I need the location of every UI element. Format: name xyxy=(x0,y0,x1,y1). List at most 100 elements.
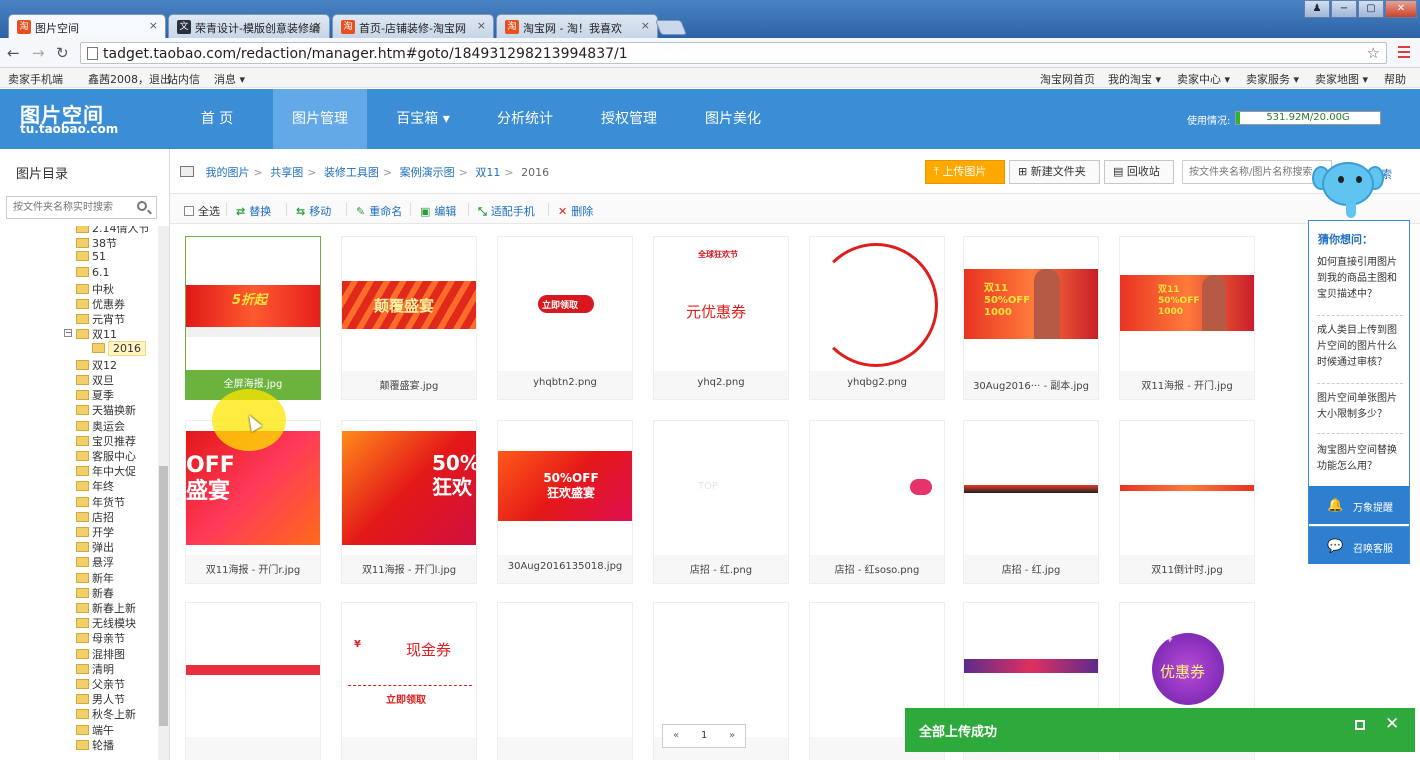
remind-button[interactable]: 🔔 万象提醒 xyxy=(1309,486,1409,524)
mascot-elephant-icon[interactable] xyxy=(1312,158,1386,224)
folder-item[interactable]: 新年 xyxy=(76,570,114,585)
seller-mobile-link[interactable]: 卖家手机端 xyxy=(8,71,63,87)
folder-item[interactable]: 宝贝推荐 xyxy=(76,433,136,448)
browser-menu-icon[interactable] xyxy=(1398,46,1410,58)
search-icon[interactable] xyxy=(137,201,147,211)
folder-item[interactable]: 夏季 xyxy=(76,387,114,402)
tab-close-icon[interactable]: × xyxy=(641,19,650,32)
folder-item[interactable]: 端午 xyxy=(76,722,114,737)
folder-item[interactable]: 无线模块 xyxy=(76,615,136,630)
image-card[interactable]: yhqbg2.png xyxy=(809,236,945,400)
tab-image-space[interactable]: 淘 图片空间 × xyxy=(8,14,166,38)
recycle-bin-button[interactable]: ▤ 回收站 xyxy=(1104,160,1174,184)
image-card[interactable]: 5折起 全屏海报.jpg xyxy=(185,236,321,400)
folder-item[interactable]: 年中大促 xyxy=(76,463,136,478)
toast-maximize-icon[interactable] xyxy=(1355,720,1365,730)
folder-item[interactable]: 6.1 xyxy=(76,266,110,281)
nav-image-manage[interactable]: 图片管理 xyxy=(273,89,367,149)
forward-icon[interactable]: → xyxy=(32,44,45,62)
folder-item[interactable]: 客服中心 xyxy=(76,448,136,463)
page-number[interactable]: 1 xyxy=(701,730,707,741)
folder-item[interactable]: 店招 xyxy=(76,509,114,524)
image-card[interactable]: 50%OFF 狂欢盛宴 30Aug2016135018.jpg xyxy=(497,420,633,584)
folder-item[interactable]: 混排图 xyxy=(76,646,125,661)
folder-item-selected[interactable]: 2016 xyxy=(92,340,146,357)
image-card[interactable]: 店招 - 红.jpg xyxy=(963,420,1099,584)
folder-item[interactable]: 轮播 xyxy=(76,737,114,752)
bookmark-star-icon[interactable]: ☆ xyxy=(1367,44,1380,62)
image-card[interactable]: TOP 店招 - 红.png xyxy=(653,420,789,584)
image-card[interactable]: 店招 - 红soso.png xyxy=(809,420,945,584)
folder-item[interactable]: 男人节 xyxy=(76,691,125,706)
nav-authorization[interactable]: 授权管理 xyxy=(584,89,674,149)
back-icon[interactable]: ← xyxy=(7,44,20,62)
my-taobao-dropdown[interactable]: 我的淘宝 ▾ xyxy=(1108,71,1161,87)
folder-item[interactable]: 新春上新 xyxy=(76,600,136,615)
folder-item[interactable]: 悬浮 xyxy=(76,554,114,569)
seller-map-dropdown[interactable]: 卖家地图 ▾ xyxy=(1315,71,1368,87)
tab-shop-decoration[interactable]: 淘 首页-店铺装修-淘宝网 × xyxy=(332,14,494,38)
folder-item[interactable]: 新春 xyxy=(76,585,114,600)
taobao-home-link[interactable]: 淘宝网首页 xyxy=(1040,71,1095,87)
folder-search-input[interactable] xyxy=(6,196,157,219)
folder-item[interactable]: 38节 xyxy=(76,235,117,250)
replace-button[interactable]: ⇄ 替换 xyxy=(236,203,271,219)
image-card[interactable]: 双11 50%OFF 1000 双11海报 - 开门.jpg xyxy=(1119,236,1255,400)
folder-item[interactable]: 双旦 xyxy=(76,372,114,387)
folder-item[interactable]: 开学 xyxy=(76,524,114,539)
url-field[interactable]: tadget.taobao.com/redaction/manager.htm#… xyxy=(80,42,1387,64)
seller-center-dropdown[interactable]: 卖家中心 ▾ xyxy=(1177,71,1230,87)
new-tab-button[interactable] xyxy=(654,20,688,35)
image-card[interactable]: 50% 狂欢 双11海报 - 开门l.jpg xyxy=(341,420,477,584)
prev-page-button[interactable]: « xyxy=(673,730,679,741)
nav-image-beautify[interactable]: 图片美化 xyxy=(688,89,778,149)
faq-question-1[interactable]: 如何直接引用图片到我的商品主图和宝贝描述中？ xyxy=(1317,255,1405,303)
select-all-checkbox[interactable]: 全选 xyxy=(184,203,220,219)
upload-image-button[interactable]: ⤒ 上传图片 xyxy=(925,160,1005,184)
reload-icon[interactable]: ↻ xyxy=(56,44,69,62)
folder-item[interactable]: 优惠券 xyxy=(76,296,125,311)
tab-rongqing-design[interactable]: 文 荣青设计-模版创意装修编 × xyxy=(168,14,330,38)
tab-taobao-home[interactable]: 淘 淘宝网 - 淘！我喜欢 × xyxy=(496,14,658,38)
sidebar-scrollbar-thumb[interactable] xyxy=(159,466,168,726)
image-search-input[interactable] xyxy=(1182,160,1332,184)
folder-item[interactable]: 弹出 xyxy=(76,539,114,554)
folder-item[interactable]: − 双11 xyxy=(64,326,117,341)
faq-question-3[interactable]: 图片空间单张图片大小限制多少？ xyxy=(1317,391,1405,423)
tab-close-icon[interactable]: × xyxy=(149,19,158,32)
image-card[interactable]: 立即领取 yhqbtn2.png xyxy=(497,236,633,400)
tab-close-icon[interactable]: × xyxy=(477,19,486,32)
user-icon[interactable]: ♟ xyxy=(1304,0,1330,18)
image-card[interactable]: 全球狂欢节 元优惠券 yhq2.png xyxy=(653,236,789,400)
folder-item[interactable]: 父亲节 xyxy=(76,676,125,691)
faq-question-4[interactable]: 淘宝图片空间替换功能怎么用？ xyxy=(1317,443,1405,475)
folder-item[interactable]: 天猫换新 xyxy=(76,402,136,417)
image-card[interactable]: 双11倒计时.jpg xyxy=(1119,420,1255,584)
breadcrumb-my-images[interactable]: 我的图片 xyxy=(206,166,250,179)
folder-item[interactable]: 秋冬上新 xyxy=(76,706,136,721)
delete-button[interactable]: ✕ 删除 xyxy=(558,203,593,219)
rename-button[interactable]: ✎ 重命名 xyxy=(356,203,402,219)
image-card[interactable] xyxy=(497,602,633,760)
folder-item[interactable]: 年终 xyxy=(76,478,114,493)
collapse-toggle-icon[interactable]: − xyxy=(64,329,72,338)
image-card[interactable] xyxy=(185,602,321,760)
seller-service-dropdown[interactable]: 卖家服务 ▾ xyxy=(1246,71,1299,87)
folder-item[interactable]: 清明 xyxy=(76,661,114,676)
new-folder-button[interactable]: ⊞ 新建文件夹 xyxy=(1009,160,1100,184)
folder-item[interactable]: 2.14情人节 xyxy=(76,226,150,235)
folder-item[interactable]: 奥运会 xyxy=(76,418,125,433)
breadcrumb-case-demo[interactable]: 案例演示图 xyxy=(400,166,455,179)
tab-close-icon[interactable]: × xyxy=(313,19,322,32)
mobile-fit-button[interactable]: ⤡ 适配手机 xyxy=(478,203,535,219)
image-card[interactable]: ¥ 现金券 立即领取 xyxy=(341,602,477,760)
nav-analytics[interactable]: 分析统计 xyxy=(480,89,570,149)
user-logout-link[interactable]: 鑫茜2008，退出 xyxy=(88,71,171,87)
next-page-button[interactable]: » xyxy=(729,730,735,741)
site-messages-link[interactable]: 站内信 xyxy=(167,71,200,87)
image-card[interactable]: 双11 50%OFF 1000 30Aug2016··· - 副本.jpg xyxy=(963,236,1099,400)
breadcrumb-shared[interactable]: 共享图 xyxy=(270,166,303,179)
maximize-button[interactable]: ▢ xyxy=(1358,0,1384,18)
folder-item[interactable]: 中秋 xyxy=(76,281,114,296)
folder-item[interactable]: 母亲节 xyxy=(76,630,125,645)
